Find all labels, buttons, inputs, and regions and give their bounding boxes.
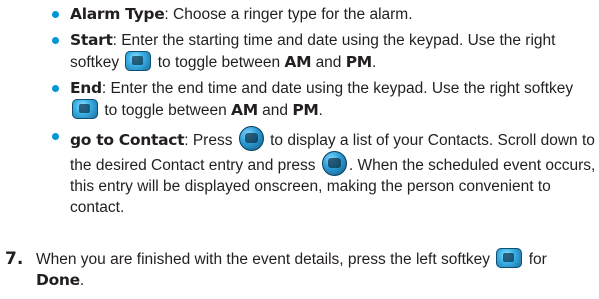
item-text: : Enter the end time and date using the … <box>101 80 574 97</box>
item-text: . <box>318 102 323 119</box>
manual-page: Alarm Type: Choose a ringer type for the… <box>0 0 599 299</box>
list-item-alarm-type: Alarm Type: Choose a ringer type for the… <box>52 4 597 25</box>
am-label: AM <box>284 53 312 71</box>
bullet-dot <box>52 11 59 18</box>
done-label: Done <box>36 271 80 289</box>
item-text: . <box>371 54 377 71</box>
term-label: go to Contact <box>70 131 185 149</box>
right-softkey-icon <box>125 51 152 71</box>
left-softkey-icon <box>496 248 523 268</box>
term-label: Start <box>70 31 113 49</box>
right-softkey-icon <box>72 99 98 119</box>
step-number: 7. <box>5 249 24 269</box>
bullet-dot <box>52 133 59 140</box>
term-label: Alarm Type <box>70 5 165 23</box>
item-text: for <box>528 251 547 268</box>
bullet-dot <box>52 37 59 44</box>
item-text: and <box>315 54 342 71</box>
ok-button-icon <box>321 151 347 176</box>
event-options-list: Alarm Type: Choose a ringer type for the… <box>52 4 597 223</box>
item-text: : Choose a ringer type for the alarm. <box>164 6 413 23</box>
item-text: . <box>79 272 85 289</box>
ok-button-icon <box>238 126 264 151</box>
list-item-start: Start: Enter the starting time and date … <box>52 30 597 73</box>
term-label: End <box>70 79 102 97</box>
item-text: When you are finished with the event det… <box>36 251 491 268</box>
list-item-end: End: Enter the end time and date using t… <box>52 78 597 121</box>
item-text: : Press <box>184 132 233 149</box>
step-text: When you are finished with the event det… <box>36 248 596 291</box>
bullet-dot <box>52 85 59 92</box>
pm-label: PM <box>292 101 319 119</box>
list-item-go-to-contact: go to Contact: Press to display a list o… <box>52 126 597 218</box>
pm-label: PM <box>345 53 372 71</box>
item-text: and <box>262 102 289 119</box>
item-text: to toggle between <box>104 102 227 119</box>
item-text: to toggle between <box>157 54 281 71</box>
am-label: AM <box>231 101 258 119</box>
